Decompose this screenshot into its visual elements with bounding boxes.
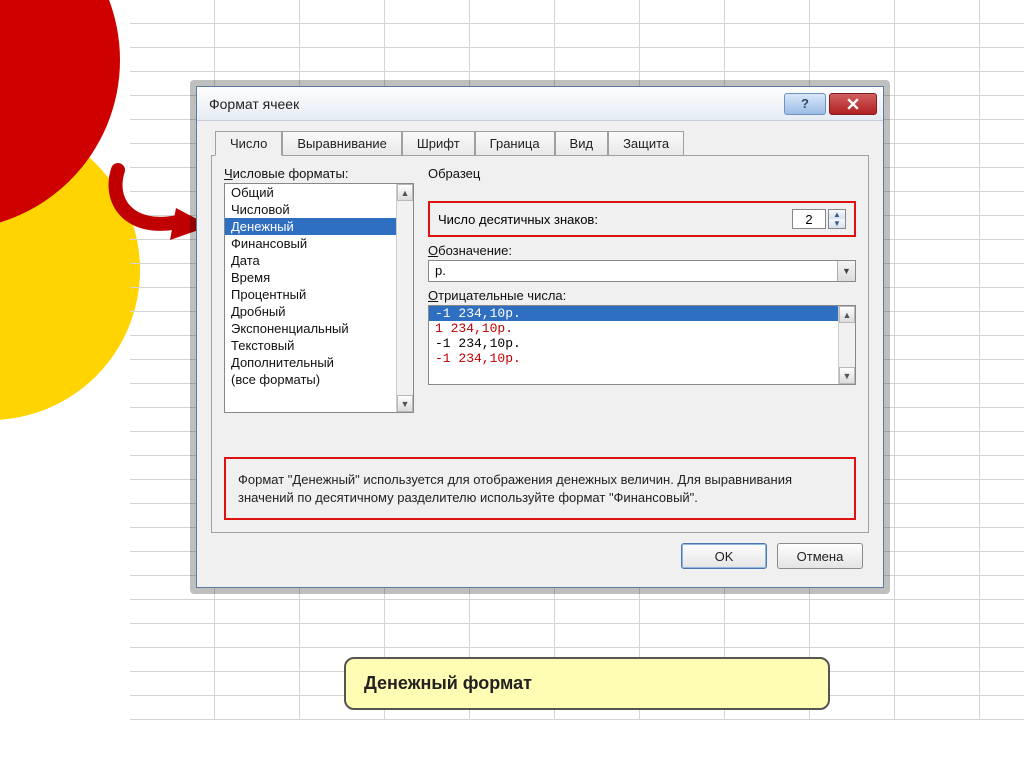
decimals-spinbox[interactable]: ▲ ▼ (792, 209, 846, 229)
scroll-up-icon[interactable]: ▲ (397, 184, 413, 201)
listbox-scrollbar[interactable]: ▲ ▼ (396, 184, 413, 412)
ok-button[interactable]: OK (681, 543, 767, 569)
cancel-button[interactable]: Отмена (777, 543, 863, 569)
list-item[interactable]: Денежный (225, 218, 413, 235)
list-item[interactable]: Дробный (225, 303, 413, 320)
close-button[interactable] (829, 93, 877, 115)
number-tab-panel: Числовые форматы: /* underline trick ret… (211, 155, 869, 533)
list-item[interactable]: Процентный (225, 286, 413, 303)
tab-number[interactable]: Число (215, 131, 282, 156)
decimals-highlight-box: Число десятичных знаков: Число десятичны… (428, 201, 856, 237)
list-item[interactable]: Числовой (225, 201, 413, 218)
close-icon (847, 98, 859, 110)
symbol-combobox[interactable]: р. ▼ (428, 260, 856, 282)
scroll-down-icon[interactable]: ▼ (839, 367, 855, 384)
number-format-listbox[interactable]: Общий Числовой Денежный Финансовый Дата … (224, 183, 414, 413)
help-icon: ? (801, 96, 809, 111)
list-item[interactable]: Дополнительный (225, 354, 413, 371)
tab-fill[interactable]: Вид (555, 131, 609, 156)
tab-font[interactable]: Шрифт (402, 131, 475, 156)
list-item[interactable]: 1 234,10р. (429, 321, 855, 336)
negative-numbers-listbox[interactable]: -1 234,10р. 1 234,10р. -1 234,10р. -1 23… (428, 305, 856, 385)
scroll-up-icon[interactable]: ▲ (839, 306, 855, 323)
list-item[interactable]: Дата (225, 252, 413, 269)
list-item[interactable]: Общий (225, 184, 413, 201)
dialog-tabstrip: Число Выравнивание Шрифт Граница Вид Защ… (211, 131, 869, 156)
decimals-input[interactable] (792, 209, 826, 229)
tab-alignment[interactable]: Выравнивание (282, 131, 401, 156)
list-item[interactable]: Текстовый (225, 337, 413, 354)
list-item[interactable]: -1 234,10р. (429, 306, 855, 321)
dialog-title: Формат ячеек (209, 96, 781, 112)
list-item[interactable]: Экспоненциальный (225, 320, 413, 337)
negatives-label: Отрицательные числа: (428, 288, 856, 303)
formats-label: Числовые форматы: (224, 166, 414, 181)
list-item[interactable]: Время (225, 269, 413, 286)
tab-protection[interactable]: Защита (608, 131, 684, 156)
tab-border[interactable]: Граница (475, 131, 555, 156)
listbox-scrollbar[interactable]: ▲ ▼ (838, 306, 855, 384)
spin-up-icon[interactable]: ▲ (829, 210, 845, 219)
list-item[interactable]: Финансовый (225, 235, 413, 252)
list-item[interactable]: -1 234,10р. (429, 336, 855, 351)
sample-label: Образец (428, 166, 856, 181)
chevron-down-icon[interactable]: ▼ (837, 261, 855, 281)
list-item[interactable]: -1 234,10р. (429, 351, 855, 366)
format-cells-dialog: Формат ячеек ? Число Выравнивание Шрифт … (196, 86, 884, 588)
symbol-value: р. (429, 261, 837, 281)
spin-down-icon[interactable]: ▼ (829, 219, 845, 228)
slide-caption: Денежный формат (344, 657, 830, 710)
decimals-label: Число десятичных знаков: (438, 212, 598, 227)
dialog-titlebar[interactable]: Формат ячеек ? (197, 87, 883, 121)
format-description: Формат "Денежный" используется для отобр… (224, 457, 856, 520)
scroll-down-icon[interactable]: ▼ (397, 395, 413, 412)
list-item[interactable]: (все форматы) (225, 371, 413, 388)
help-button[interactable]: ? (784, 93, 826, 115)
symbol-label: Обозначение: (428, 243, 856, 258)
